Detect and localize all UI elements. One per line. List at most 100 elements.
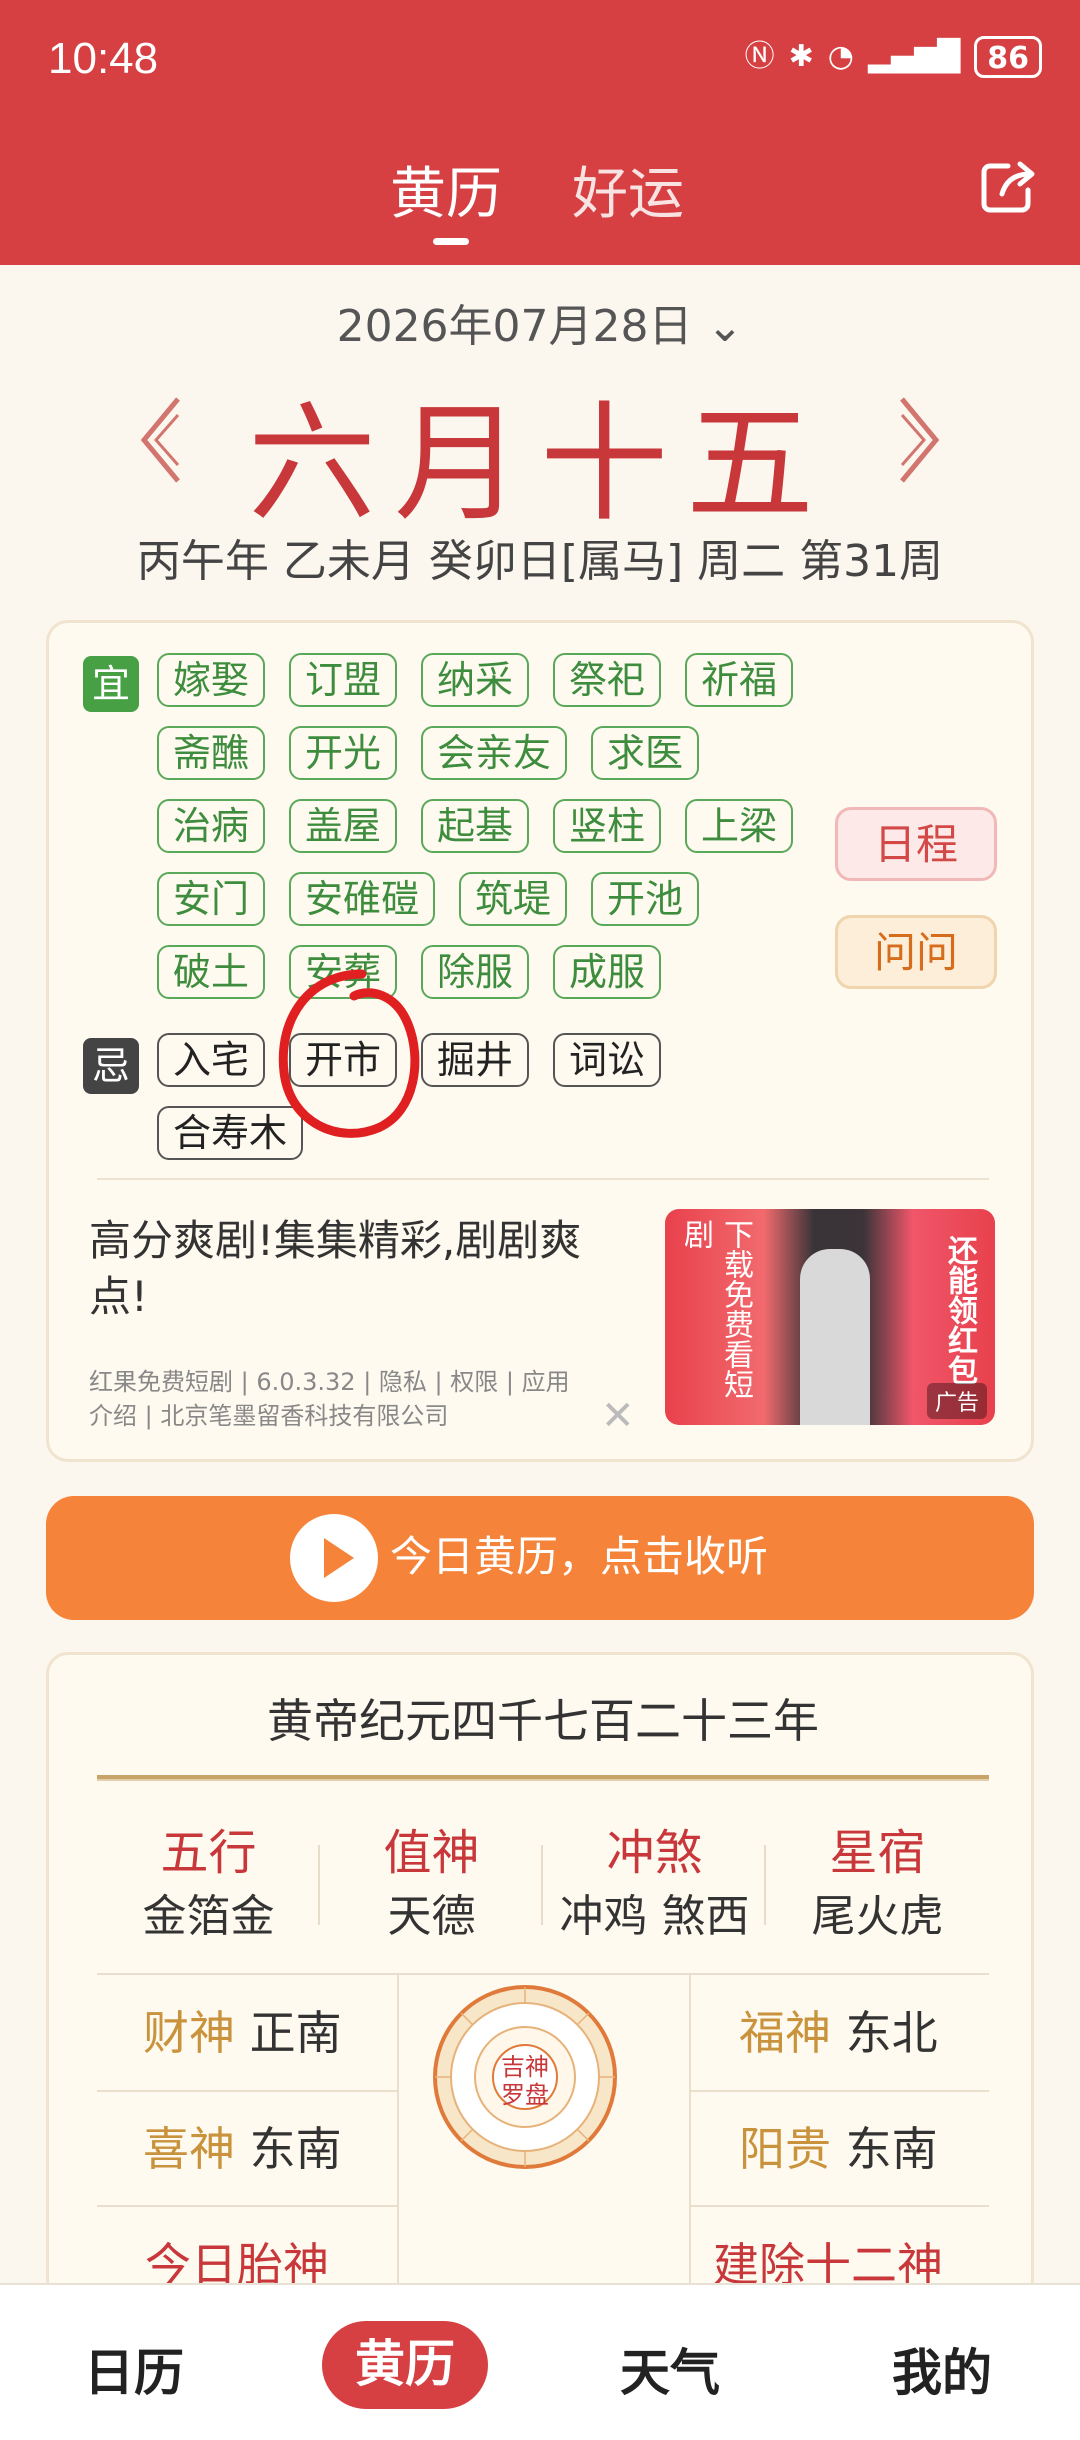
ad-title[interactable]: 高分爽剧!集集精彩,剧剧爽点! <box>89 1213 629 1325</box>
grid-line <box>97 2090 397 2092</box>
yi-tag[interactable]: 竖柱 <box>553 799 662 853</box>
ask-button[interactable]: 问问 <box>835 915 997 989</box>
info-col[interactable]: 五行 金箔金 <box>97 1821 320 1951</box>
ad-person <box>800 1249 870 1425</box>
yi-tag[interactable]: 筑堤 <box>459 872 568 926</box>
yi-tag[interactable]: 求医 <box>591 726 700 780</box>
compass-label-line: 吉神 <box>501 2053 549 2081</box>
yanggui-cell[interactable]: 阳贵 东南 <box>739 2119 938 2179</box>
yi-tag[interactable]: 盖屋 <box>289 799 398 853</box>
yi-tag[interactable]: 祈福 <box>685 653 794 707</box>
info-col-heading: 五行 <box>160 1825 257 1881</box>
battery-indicator: 86 <box>974 36 1042 78</box>
signal-icon: ▂▄▆█ <box>867 39 961 74</box>
yiji-card: 宜 嫁娶 订盟 纳采 祭祀 祈福 斋醮 开光 会亲友 求医 治病 盖屋 起基 竖… <box>46 620 1034 1462</box>
ji-tag[interactable]: 入宅 <box>157 1033 266 1087</box>
bluetooth-icon: ✱ <box>788 39 814 74</box>
yi-icon: 宜 <box>83 656 139 712</box>
bottom-nav: 日历 黄历 天气 我的 <box>0 2283 1080 2440</box>
ad-image-text-right: 还能领红包 <box>942 1235 977 1385</box>
nav-almanac[interactable]: 黄历 <box>322 2321 488 2409</box>
info-col-value: 尾火虎 <box>811 1891 944 1942</box>
yi-tag[interactable]: 斋醮 <box>157 726 266 780</box>
grid-line <box>689 2205 989 2207</box>
grid-line <box>397 1975 399 2305</box>
yi-tag[interactable]: 安门 <box>157 872 266 926</box>
chevron-down-icon: ⌄ <box>706 301 744 352</box>
wifi-icon: ◔ <box>827 39 854 74</box>
yi-tag[interactable]: 嫁娶 <box>157 653 266 707</box>
info-col[interactable]: 冲煞 冲鸡 煞西 <box>543 1821 766 1951</box>
ad-meta[interactable]: 红果免费短剧 | 6.0.3.32 | 隐私 | 权限 | 应用介绍 | 北京笔… <box>89 1365 589 1433</box>
nav-weather[interactable]: 天气 <box>620 2333 720 2405</box>
info-col-value: 金箔金 <box>142 1891 275 1942</box>
next-day-icon[interactable] <box>896 395 942 485</box>
yi-tag[interactable]: 上梁 <box>685 799 794 853</box>
fushen-label: 福神 <box>739 2006 831 2060</box>
info-col-heading: 值神 <box>383 1825 480 1881</box>
tab-almanac[interactable]: 黄历 <box>390 160 502 230</box>
caishen-cell[interactable]: 财神 正南 <box>143 2003 342 2063</box>
ji-tag[interactable]: 词讼 <box>553 1033 662 1087</box>
yi-tag[interactable]: 开光 <box>289 726 398 780</box>
yi-tag[interactable]: 成服 <box>553 945 662 999</box>
status-bar: 10:48 Ⓝ ✱ ◔ ▂▄▆█ 86 <box>0 0 1080 120</box>
era-title: 黄帝纪元四千七百二十三年 <box>267 1694 819 1748</box>
play-icon <box>290 1514 378 1602</box>
info-col-value: 天德 <box>387 1891 476 1942</box>
divider <box>97 1178 989 1180</box>
yi-tag[interactable]: 治病 <box>157 799 266 853</box>
compass-label: 吉神 罗盘 <box>485 2053 565 2109</box>
ganzhi-line: 丙午年 乙未月 癸卯日[属马] 周二 第31周 <box>136 536 944 587</box>
listen-text: 今日黄历，点击收听 <box>390 1532 769 1581</box>
gregorian-date: 2026年07月28日 <box>336 301 693 352</box>
info-col-heading: 星宿 <box>829 1825 926 1881</box>
tab-underline <box>433 238 469 245</box>
close-icon[interactable]: ✕ <box>601 1393 635 1439</box>
grid-line <box>689 2090 989 2092</box>
nav-mine[interactable]: 我的 <box>892 2333 992 2405</box>
xishen-value: 东南 <box>249 2122 342 2176</box>
app-header: 10:48 Ⓝ ✱ ◔ ▂▄▆█ 86 黄历 好运 <box>0 0 1080 265</box>
compass-label-line: 罗盘 <box>501 2081 549 2109</box>
yi-tag[interactable]: 安碓磑 <box>289 872 436 926</box>
info-col[interactable]: 星宿 尾火虎 <box>766 1821 989 1951</box>
tab-fortune[interactable]: 好运 <box>572 160 684 230</box>
fushen-cell[interactable]: 福神 东北 <box>739 2003 938 2063</box>
yi-tag[interactable]: 除服 <box>421 945 530 999</box>
ad-image[interactable]: 下载免费看短剧 还能领红包 广告 <box>665 1209 995 1425</box>
ad-image-text-left: 下载免费看短剧 <box>678 1219 753 1399</box>
xishen-cell[interactable]: 喜神 东南 <box>143 2119 342 2179</box>
hand-drawn-circle <box>278 969 420 1138</box>
yanggui-value: 东南 <box>845 2122 938 2176</box>
ji-tag[interactable]: 掘井 <box>421 1033 530 1087</box>
grid-line <box>97 2205 397 2207</box>
yanggui-label: 阳贵 <box>739 2122 831 2176</box>
status-icons: Ⓝ ✱ ◔ ▂▄▆█ 86 <box>745 36 1042 78</box>
info-col-value: 冲鸡 煞西 <box>559 1891 750 1942</box>
status-time: 10:48 <box>48 34 159 83</box>
ji-icon: 忌 <box>83 1038 139 1094</box>
caishen-value: 正南 <box>249 2006 342 2060</box>
yi-tag[interactable]: 起基 <box>421 799 530 853</box>
yi-tag[interactable]: 纳采 <box>421 653 530 707</box>
nav-calendar[interactable]: 日历 <box>84 2333 184 2405</box>
info-columns: 五行 金箔金 值神 天德 冲煞 冲鸡 煞西 星宿 尾火虎 <box>97 1821 989 1951</box>
header-tabs: 黄历 好运 <box>0 150 1080 245</box>
grid-line <box>689 1975 691 2305</box>
schedule-button[interactable]: 日程 <box>835 807 997 881</box>
info-col[interactable]: 值神 天德 <box>320 1821 543 1951</box>
yi-tag[interactable]: 破土 <box>157 945 266 999</box>
yi-tag[interactable]: 祭祀 <box>553 653 662 707</box>
share-icon[interactable] <box>978 158 1038 218</box>
nfc-icon: Ⓝ <box>744 39 775 74</box>
xishen-label: 喜神 <box>143 2122 235 2176</box>
era-divider <box>97 1775 989 1781</box>
date-selector[interactable]: 2026年07月28日 ⌄ <box>0 290 1080 354</box>
caishen-label: 财神 <box>143 2006 235 2060</box>
listen-button[interactable]: 今日黄历，点击收听 <box>46 1496 1034 1620</box>
info-card: 黄帝纪元四千七百二十三年 五行 金箔金 值神 天德 冲煞 冲鸡 煞西 星宿 尾火… <box>46 1652 1034 2305</box>
yi-tag[interactable]: 订盟 <box>289 653 398 707</box>
yi-tag[interactable]: 开池 <box>591 872 700 926</box>
yi-tag[interactable]: 会亲友 <box>421 726 568 780</box>
